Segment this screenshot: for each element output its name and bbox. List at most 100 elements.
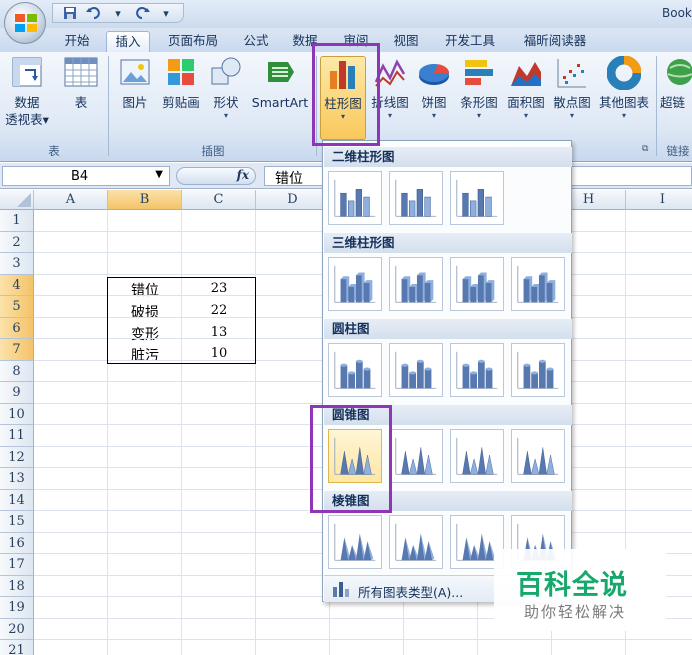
cone-stacked-chart-icon[interactable] (389, 429, 443, 483)
undo-dropdown-icon[interactable]: ▾ (107, 5, 129, 21)
tab-home[interactable]: 开始 (56, 31, 98, 52)
insert-function-icon[interactable]: fx (237, 168, 249, 182)
group-separator (316, 56, 317, 156)
data-table (107, 277, 256, 364)
box3d-clustered-chart-icon[interactable] (328, 257, 382, 311)
row-header-10[interactable]: 10 (0, 403, 34, 425)
select-all-icon (17, 193, 31, 207)
row-header-4[interactable]: 4 (0, 274, 34, 296)
table-button[interactable]: 表 (62, 56, 100, 111)
pyr-stacked-chart-icon[interactable] (389, 515, 443, 569)
column-chart-button[interactable]: 柱形图 ▾ (320, 56, 366, 140)
box3d-stacked-chart-icon[interactable] (389, 257, 443, 311)
cyl-stacked-chart-icon[interactable] (389, 343, 443, 397)
column-header-d[interactable]: D (256, 190, 330, 210)
row-header-18[interactable]: 18 (0, 575, 34, 597)
smartart-icon (268, 62, 294, 82)
cone-clustered-chart-icon[interactable] (328, 429, 382, 483)
grid-row-line (34, 639, 692, 640)
smartart-button[interactable]: SmartArt (248, 56, 312, 111)
column-header-a[interactable]: A (34, 190, 108, 210)
flat-percent-stacked-chart-icon[interactable] (450, 171, 504, 225)
column-chart-icon (330, 61, 355, 89)
shapes-icon (211, 57, 241, 85)
tab-page-layout[interactable]: 页面布局 (160, 31, 226, 52)
tab-formulas[interactable]: 公式 (236, 31, 276, 52)
clipart-button[interactable]: 剪贴画 (158, 56, 204, 111)
column-header-c[interactable]: C (182, 190, 256, 210)
tab-developer[interactable]: 开发工具 (436, 31, 504, 52)
select-all-corner[interactable] (0, 190, 34, 210)
line-chart-button[interactable]: 折线图 ▾ (368, 56, 412, 120)
globe-link-icon (667, 59, 692, 85)
cyl-clustered-chart-icon[interactable] (328, 343, 382, 397)
group-label-illustrations: 插图 (201, 144, 225, 158)
redo-icon[interactable] (131, 5, 153, 21)
section-3d-column: 三维柱形图 (324, 233, 572, 253)
row-header-17[interactable]: 17 (0, 554, 34, 576)
row-header-21[interactable]: 21 (0, 640, 34, 655)
row-header-13[interactable]: 13 (0, 468, 34, 490)
box3d-percent-stacked-chart-icon[interactable] (450, 257, 504, 311)
row-header-16[interactable]: 16 (0, 532, 34, 554)
row-header-14[interactable]: 14 (0, 489, 34, 511)
pivot-table-button[interactable]: 数据 透视表▾ (2, 56, 52, 128)
window-title: Book (662, 6, 692, 20)
column-header-b[interactable]: B (108, 190, 182, 210)
name-box-dropdown-icon[interactable]: ▼ (155, 169, 163, 180)
bar-chart-button[interactable]: 条形图 ▾ (456, 56, 502, 120)
dialog-launcher-icon[interactable]: ⧉ (642, 144, 648, 154)
tab-insert[interactable]: 插入 (106, 31, 150, 52)
column-header-i[interactable]: I (626, 190, 692, 210)
flat-stacked-chart-icon[interactable] (389, 171, 443, 225)
office-logo-icon (15, 14, 37, 32)
other-charts-button[interactable]: 其他图表 ▾ (596, 56, 652, 120)
flat-clustered-chart-icon[interactable] (328, 171, 382, 225)
table-icon (64, 57, 98, 87)
cone-percent-stacked-chart-icon[interactable] (450, 429, 504, 483)
row-header-3[interactable]: 3 (0, 253, 34, 275)
shapes-button[interactable]: 形状 ▾ (208, 56, 244, 120)
quick-access-toolbar: ▾ ▾ (52, 3, 184, 23)
cyl-3d-chart-icon[interactable] (511, 343, 565, 397)
scatter-chart-button[interactable]: 散点图 ▾ (550, 56, 594, 120)
all-charts-icon (333, 582, 349, 597)
row-header-2[interactable]: 2 (0, 231, 34, 253)
tab-data[interactable]: 数据 (285, 31, 325, 52)
row-header-6[interactable]: 6 (0, 317, 34, 339)
ribbon-tabs: 开始 插入 页面布局 公式 数据 审阅 视图 开发工具 福昕阅读器 (0, 28, 692, 52)
undo-icon[interactable] (83, 5, 105, 21)
row-header-11[interactable]: 11 (0, 425, 34, 447)
formula-controls: fx (176, 167, 256, 185)
box3d-3d-chart-icon[interactable] (511, 257, 565, 311)
pie-chart-button[interactable]: 饼图 ▾ (414, 56, 454, 120)
clipart-icon (168, 59, 194, 85)
area-chart-button[interactable]: 面积图 ▾ (504, 56, 548, 120)
row-header-1[interactable]: 1 (0, 210, 34, 232)
row-header-7[interactable]: 7 (0, 339, 34, 361)
row-header-12[interactable]: 12 (0, 446, 34, 468)
row-header-15[interactable]: 15 (0, 511, 34, 533)
tab-review[interactable]: 审阅 (336, 31, 376, 52)
row-header-5[interactable]: 5 (0, 296, 34, 318)
customize-qat-icon[interactable]: ▾ (155, 5, 177, 21)
name-box[interactable]: B4 ▼ (2, 166, 170, 186)
group-separator (656, 56, 657, 156)
picture-button[interactable]: 图片 (116, 56, 154, 111)
pyr-clustered-chart-icon[interactable] (328, 515, 382, 569)
tab-view[interactable]: 视图 (386, 31, 426, 52)
cyl-percent-stacked-chart-icon[interactable] (450, 343, 504, 397)
row-header-20[interactable]: 20 (0, 618, 34, 640)
group-separator (108, 56, 109, 156)
office-button[interactable] (4, 2, 46, 44)
section-pyramid: 棱锥图 (324, 491, 572, 511)
tab-foxit-reader[interactable]: 福昕阅读器 (514, 31, 596, 52)
scatter-chart-icon (557, 59, 586, 88)
row-header-8[interactable]: 8 (0, 360, 34, 382)
cone-3d-chart-icon[interactable] (511, 429, 565, 483)
row-header-19[interactable]: 19 (0, 597, 34, 619)
save-icon[interactable] (59, 5, 81, 21)
hyperlink-button[interactable]: 超链 (660, 56, 692, 111)
section-2d-column: 二维柱形图 (324, 147, 572, 167)
row-header-9[interactable]: 9 (0, 382, 34, 404)
